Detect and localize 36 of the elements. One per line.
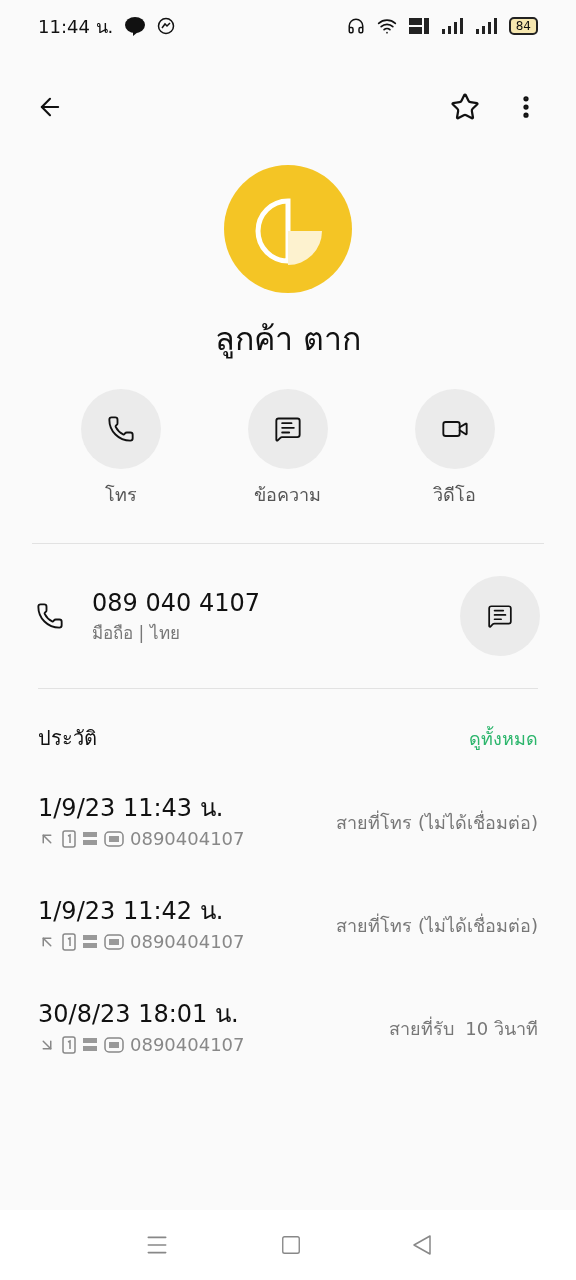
contact-name: ลูกค้า ตาก <box>213 319 363 359</box>
call-status: สายที่โทร (ไม่ได้เชื่อมต่อ) <box>336 912 538 938</box>
call-number: 0890404107 <box>130 1033 245 1057</box>
signal-icon <box>440 18 463 34</box>
home-icon[interactable] <box>280 1234 302 1256</box>
call-number: 0890404107 <box>130 827 245 851</box>
call-time: 30/8/23 18:01 น. <box>38 999 240 1029</box>
status-time: 11:44 น. <box>38 14 114 39</box>
signal-icon <box>474 18 497 34</box>
messenger-icon <box>157 17 176 35</box>
action-label: วิดีโอ <box>433 483 477 507</box>
battery-indicator: 84 <box>508 17 538 35</box>
call-status: สายที่โทร (ไม่ได้เชื่อมต่อ) <box>336 809 538 835</box>
action-label: โทร <box>105 483 138 507</box>
sim-icon <box>62 932 76 951</box>
call-log-row[interactable]: 30/8/23 18:01 น. 0890404107 สายที่รับ 10 วินาที <box>0 977 576 1080</box>
phone-icon <box>107 415 136 443</box>
sim-icon <box>62 1035 76 1054</box>
message-icon <box>487 603 513 629</box>
chat-bubble-icon <box>125 16 146 36</box>
call-time: 1/9/23 11:42 น. <box>38 896 225 926</box>
call-log-row[interactable]: 1/9/23 11:43 น. 0890404107 สายที่โทร (ไม่ได้เชื่อมต่อ) <box>0 771 576 874</box>
sim-icon <box>62 829 76 848</box>
phone-type: มือถือ | ไทย <box>92 622 181 646</box>
phone-icon <box>36 602 64 630</box>
wifi-icon <box>376 16 397 36</box>
call-log-row[interactable]: 1/9/23 11:42 น. 0890404107 สายที่โทร (ไม่ได้เชื่อมต่อ) <box>0 874 576 977</box>
call-time: 1/9/23 11:43 น. <box>38 793 225 823</box>
action-label: ข้อความ <box>254 483 322 507</box>
call-status: สายที่รับ 10 วินาที <box>388 1015 538 1041</box>
message-icon <box>274 415 302 443</box>
star-icon[interactable] <box>450 92 480 122</box>
call-number: 0890404107 <box>130 930 245 954</box>
phone-number[interactable]: 089 040 4107 <box>92 585 460 622</box>
history-title: ประวัติ <box>38 725 97 752</box>
headphones-icon <box>346 17 365 35</box>
